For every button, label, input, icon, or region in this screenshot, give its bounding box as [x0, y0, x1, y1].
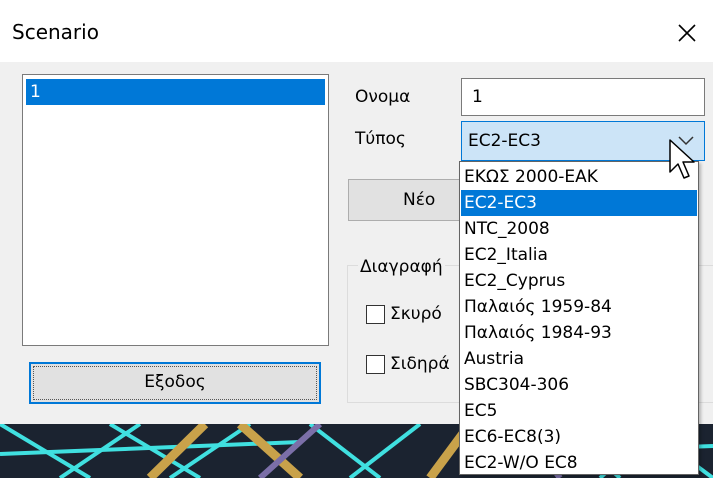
list-item[interactable]: 1 [26, 79, 325, 105]
mouse-pointer-icon [669, 139, 695, 179]
steel-checkbox[interactable] [366, 355, 385, 374]
dropdown-option[interactable]: Παλαιός 1984-93 [461, 320, 697, 346]
close-button[interactable] [668, 14, 706, 52]
delete-group-legend: Διαγραφή [358, 256, 445, 278]
focus-rectangle [33, 366, 317, 400]
type-label: Τύπος [355, 129, 406, 149]
dropdown-option-selected[interactable]: EC2-EC3 [461, 190, 697, 216]
name-label: Ονομα [355, 87, 411, 107]
dropdown-option[interactable]: Παλαιός 1959-84 [461, 294, 697, 320]
dropdown-option[interactable]: EC2-W/O EC8 [461, 450, 697, 476]
scenario-listbox[interactable]: 1 [22, 74, 329, 346]
dropdown-option[interactable]: EC6-EC8(3) [461, 424, 697, 450]
title-bar [0, 0, 713, 62]
concrete-checkbox[interactable] [366, 305, 385, 324]
type-combobox-value: EC2-EC3 [468, 131, 541, 151]
dropdown-option[interactable]: EC5 [461, 398, 697, 424]
dropdown-option[interactable]: Austria [461, 346, 697, 372]
dropdown-option[interactable]: EC2_Cyprus [461, 268, 697, 294]
dropdown-option[interactable]: NTC_2008 [461, 216, 697, 242]
new-button-label: Νέο [403, 190, 436, 210]
type-dropdown-list[interactable]: ΕΚΩΣ 2000-ΕΑΚ EC2-EC3 NTC_2008 EC2_Itali… [459, 161, 699, 475]
dropdown-option[interactable]: ΕΚΩΣ 2000-ΕΑΚ [461, 164, 697, 190]
concrete-checkbox-label: Σκυρό [390, 304, 442, 324]
steel-checkbox-label: Σιδηρά [390, 354, 450, 374]
dropdown-option[interactable]: SBC304-306 [461, 372, 697, 398]
window-title: Scenario [12, 20, 99, 44]
name-input[interactable]: 1 [461, 78, 705, 116]
dropdown-option[interactable]: EC2_Italia [461, 242, 697, 268]
close-icon [678, 24, 696, 42]
exit-button[interactable]: Εξοδος [29, 362, 321, 404]
